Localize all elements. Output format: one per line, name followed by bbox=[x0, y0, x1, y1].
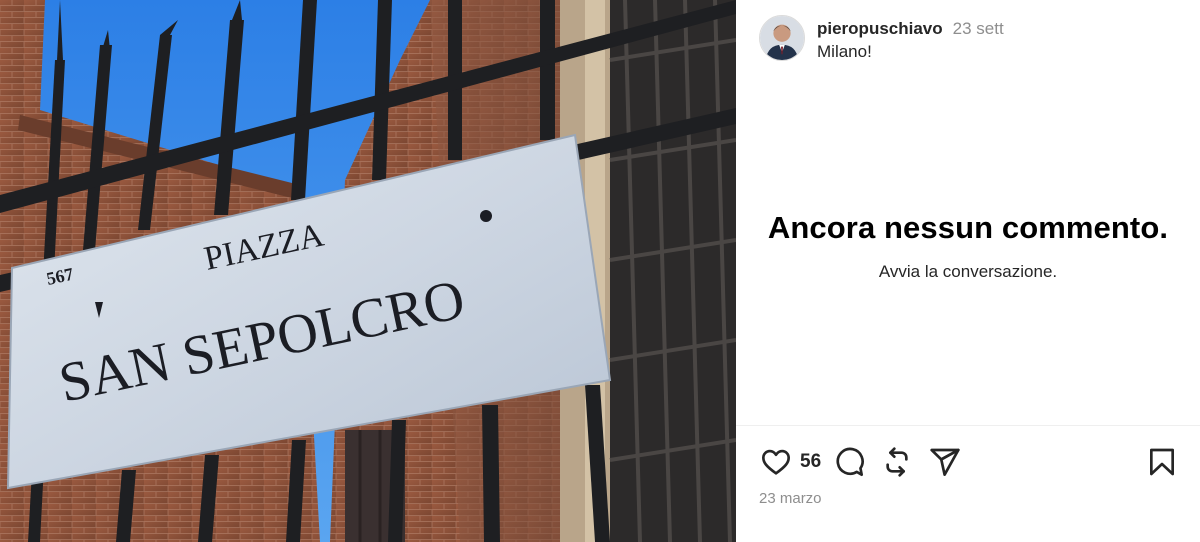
heart-icon bbox=[762, 449, 790, 475]
avatar[interactable] bbox=[759, 15, 805, 61]
repost-icon bbox=[886, 447, 908, 477]
like-count[interactable]: 56 bbox=[800, 451, 821, 473]
empty-comments-title: Ancora nessun commento. bbox=[767, 210, 1169, 245]
author-username[interactable]: pieropuschiavo bbox=[817, 19, 943, 39]
divider bbox=[736, 425, 1200, 426]
repost-button[interactable] bbox=[879, 444, 915, 480]
save-button[interactable] bbox=[1144, 444, 1180, 480]
post-time-ago[interactable]: 23 sett bbox=[953, 19, 1004, 39]
action-bar: 56 bbox=[758, 444, 963, 480]
comments-empty-state: Ancora nessun commento. Avvia la convers… bbox=[736, 210, 1200, 282]
comment-button[interactable] bbox=[831, 444, 867, 480]
share-icon bbox=[930, 448, 960, 476]
post-panel: pieropuschiavo 23 sett Milano! Ancora ne… bbox=[736, 0, 1200, 542]
comment-icon bbox=[836, 447, 864, 476]
post-caption: Milano! bbox=[817, 42, 872, 61]
empty-comments-subtitle: Avvia la conversazione. bbox=[878, 262, 1058, 281]
post-header: pieropuschiavo 23 sett Milano! bbox=[759, 15, 1004, 62]
like-button[interactable] bbox=[758, 444, 794, 480]
share-button[interactable] bbox=[927, 444, 963, 480]
post-image[interactable]: 567 PIAZZA SAN SEPOLCRO bbox=[0, 0, 736, 542]
bookmark-icon bbox=[1150, 448, 1174, 476]
post-date[interactable]: 23 marzo bbox=[759, 490, 822, 507]
